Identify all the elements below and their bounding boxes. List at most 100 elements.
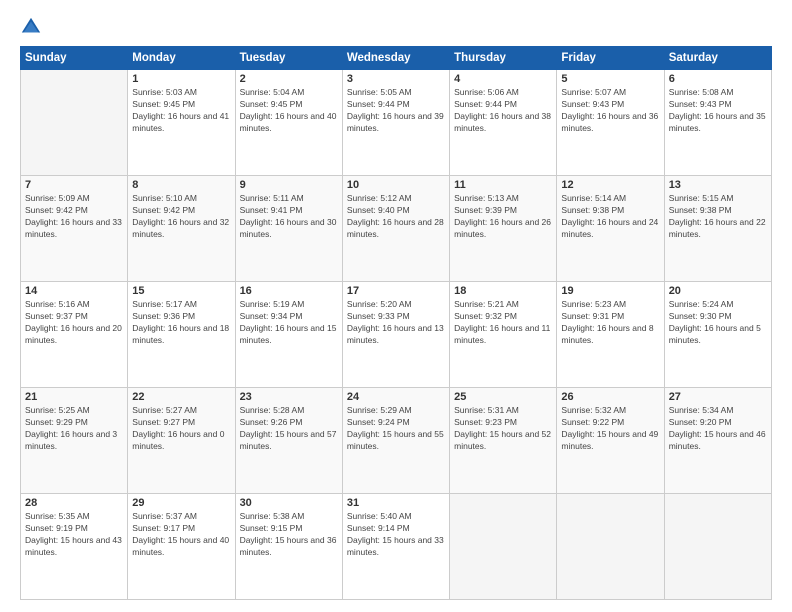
calendar-cell: 22 Sunrise: 5:27 AMSunset: 9:27 PMDayligh…: [128, 388, 235, 494]
day-info: Sunrise: 5:25 AMSunset: 9:29 PMDaylight:…: [25, 405, 123, 453]
day-info: Sunrise: 5:38 AMSunset: 9:15 PMDaylight:…: [240, 511, 338, 559]
day-info: Sunrise: 5:03 AMSunset: 9:45 PMDaylight:…: [132, 87, 230, 135]
calendar-cell: 1Sunrise: 5:03 AMSunset: 9:45 PMDaylight…: [128, 70, 235, 176]
weekday-header: Friday: [557, 47, 664, 70]
calendar-cell: 29Sunrise: 5:37 AMSunset: 9:17 PMDayligh…: [128, 494, 235, 600]
calendar-cell: 9 Sunrise: 5:11 AMSunset: 9:41 PMDaylight…: [235, 176, 342, 282]
day-number: 20: [669, 285, 767, 297]
day-number: 15: [132, 285, 230, 297]
day-info: Sunrise: 5:31 AMSunset: 9:23 PMDaylight:…: [454, 405, 552, 453]
calendar-cell: 8Sunrise: 5:10 AMSunset: 9:42 PMDaylight…: [128, 176, 235, 282]
calendar-cell: 20 Sunrise: 5:24 AMSunset: 9:30 PMDayligh…: [664, 282, 771, 388]
day-info: Sunrise: 5:15 AMSunset: 9:38 PMDaylight:…: [669, 193, 767, 241]
day-info: Sunrise: 5:08 AMSunset: 9:43 PMDaylight:…: [669, 87, 767, 135]
day-info: Sunrise: 5:14 AMSunset: 9:38 PMDaylight:…: [561, 193, 659, 241]
calendar-week-row: 14Sunrise: 5:16 AMSunset: 9:37 PMDayligh…: [21, 282, 772, 388]
day-number: 2: [240, 73, 338, 85]
weekday-header: Tuesday: [235, 47, 342, 70]
calendar-cell: 31 Sunrise: 5:40 AMSunset: 9:14 PMDayligh…: [342, 494, 449, 600]
day-number: 27: [669, 391, 767, 403]
day-number: 28: [25, 497, 123, 509]
calendar-cell: 14Sunrise: 5:16 AMSunset: 9:37 PMDayligh…: [21, 282, 128, 388]
day-info: Sunrise: 5:40 AMSunset: 9:14 PMDaylight:…: [347, 511, 445, 559]
page: SundayMondayTuesdayWednesdayThursdayFrid…: [0, 0, 792, 612]
calendar-cell: 11 Sunrise: 5:13 AMSunset: 9:39 PMDayligh…: [450, 176, 557, 282]
day-number: 25: [454, 391, 552, 403]
calendar-cell: 23 Sunrise: 5:28 AMSunset: 9:26 PMDayligh…: [235, 388, 342, 494]
calendar-week-row: 1Sunrise: 5:03 AMSunset: 9:45 PMDaylight…: [21, 70, 772, 176]
day-info: Sunrise: 5:27 AMSunset: 9:27 PMDaylight:…: [132, 405, 230, 453]
day-number: 26: [561, 391, 659, 403]
day-info: Sunrise: 5:04 AMSunset: 9:45 PMDaylight:…: [240, 87, 338, 135]
weekday-header-row: SundayMondayTuesdayWednesdayThursdayFrid…: [21, 47, 772, 70]
day-number: 11: [454, 179, 552, 191]
calendar-cell: 3Sunrise: 5:05 AMSunset: 9:44 PMDaylight…: [342, 70, 449, 176]
day-number: 3: [347, 73, 445, 85]
day-info: Sunrise: 5:16 AMSunset: 9:37 PMDaylight:…: [25, 299, 123, 347]
calendar-cell: 12 Sunrise: 5:14 AMSunset: 9:38 PMDayligh…: [557, 176, 664, 282]
calendar-cell: 16Sunrise: 5:19 AMSunset: 9:34 PMDayligh…: [235, 282, 342, 388]
calendar-cell: [664, 494, 771, 600]
calendar-cell: 2 Sunrise: 5:04 AMSunset: 9:45 PMDaylight…: [235, 70, 342, 176]
day-number: 6: [669, 73, 767, 85]
day-info: Sunrise: 5:24 AMSunset: 9:30 PMDaylight:…: [669, 299, 767, 347]
day-number: 7: [25, 179, 123, 191]
day-number: 23: [240, 391, 338, 403]
day-info: Sunrise: 5:19 AMSunset: 9:34 PMDaylight:…: [240, 299, 338, 347]
day-info: Sunrise: 5:17 AMSunset: 9:36 PMDaylight:…: [132, 299, 230, 347]
day-info: Sunrise: 5:34 AMSunset: 9:20 PMDaylight:…: [669, 405, 767, 453]
day-info: Sunrise: 5:23 AMSunset: 9:31 PMDaylight:…: [561, 299, 659, 347]
day-number: 18: [454, 285, 552, 297]
calendar-cell: 7 Sunrise: 5:09 AMSunset: 9:42 PMDaylight…: [21, 176, 128, 282]
calendar-cell: 13 Sunrise: 5:15 AMSunset: 9:38 PMDayligh…: [664, 176, 771, 282]
calendar-cell: 21 Sunrise: 5:25 AMSunset: 9:29 PMDayligh…: [21, 388, 128, 494]
day-number: 22: [132, 391, 230, 403]
day-number: 19: [561, 285, 659, 297]
day-info: Sunrise: 5:09 AMSunset: 9:42 PMDaylight:…: [25, 193, 123, 241]
day-info: Sunrise: 5:35 AMSunset: 9:19 PMDaylight:…: [25, 511, 123, 559]
day-number: 24: [347, 391, 445, 403]
day-number: 21: [25, 391, 123, 403]
calendar-cell: 19 Sunrise: 5:23 AMSunset: 9:31 PMDayligh…: [557, 282, 664, 388]
calendar-cell: 18 Sunrise: 5:21 AMSunset: 9:32 PMDayligh…: [450, 282, 557, 388]
calendar-week-row: 28 Sunrise: 5:35 AMSunset: 9:19 PMDayligh…: [21, 494, 772, 600]
day-info: Sunrise: 5:11 AMSunset: 9:41 PMDaylight:…: [240, 193, 338, 241]
calendar-cell: [557, 494, 664, 600]
day-info: Sunrise: 5:13 AMSunset: 9:39 PMDaylight:…: [454, 193, 552, 241]
day-number: 12: [561, 179, 659, 191]
calendar-cell: 24 Sunrise: 5:29 AMSunset: 9:24 PMDayligh…: [342, 388, 449, 494]
calendar-table: SundayMondayTuesdayWednesdayThursdayFrid…: [20, 46, 772, 600]
day-number: 31: [347, 497, 445, 509]
logo: [20, 16, 46, 38]
day-number: 4: [454, 73, 552, 85]
day-info: Sunrise: 5:06 AMSunset: 9:44 PMDaylight:…: [454, 87, 552, 135]
calendar-cell: [21, 70, 128, 176]
weekday-header: Sunday: [21, 47, 128, 70]
day-info: Sunrise: 5:21 AMSunset: 9:32 PMDaylight:…: [454, 299, 552, 347]
calendar-cell: 10 Sunrise: 5:12 AMSunset: 9:40 PMDayligh…: [342, 176, 449, 282]
weekday-header: Saturday: [664, 47, 771, 70]
calendar-cell: 25 Sunrise: 5:31 AMSunset: 9:23 PMDayligh…: [450, 388, 557, 494]
calendar-cell: [450, 494, 557, 600]
calendar-cell: 6 Sunrise: 5:08 AMSunset: 9:43 PMDaylight…: [664, 70, 771, 176]
day-number: 10: [347, 179, 445, 191]
calendar-cell: 30 Sunrise: 5:38 AMSunset: 9:15 PMDayligh…: [235, 494, 342, 600]
day-info: Sunrise: 5:20 AMSunset: 9:33 PMDaylight:…: [347, 299, 445, 347]
weekday-header: Wednesday: [342, 47, 449, 70]
day-info: Sunrise: 5:12 AMSunset: 9:40 PMDaylight:…: [347, 193, 445, 241]
weekday-header: Monday: [128, 47, 235, 70]
day-number: 29: [132, 497, 230, 509]
day-info: Sunrise: 5:28 AMSunset: 9:26 PMDaylight:…: [240, 405, 338, 453]
day-info: Sunrise: 5:07 AMSunset: 9:43 PMDaylight:…: [561, 87, 659, 135]
day-number: 13: [669, 179, 767, 191]
calendar-cell: 27 Sunrise: 5:34 AMSunset: 9:20 PMDayligh…: [664, 388, 771, 494]
day-info: Sunrise: 5:10 AMSunset: 9:42 PMDaylight:…: [132, 193, 230, 241]
calendar-cell: 26Sunrise: 5:32 AMSunset: 9:22 PMDayligh…: [557, 388, 664, 494]
day-number: 5: [561, 73, 659, 85]
calendar-week-row: 7 Sunrise: 5:09 AMSunset: 9:42 PMDaylight…: [21, 176, 772, 282]
day-number: 9: [240, 179, 338, 191]
header: [20, 16, 772, 38]
day-info: Sunrise: 5:29 AMSunset: 9:24 PMDaylight:…: [347, 405, 445, 453]
day-number: 30: [240, 497, 338, 509]
calendar-cell: 28 Sunrise: 5:35 AMSunset: 9:19 PMDayligh…: [21, 494, 128, 600]
